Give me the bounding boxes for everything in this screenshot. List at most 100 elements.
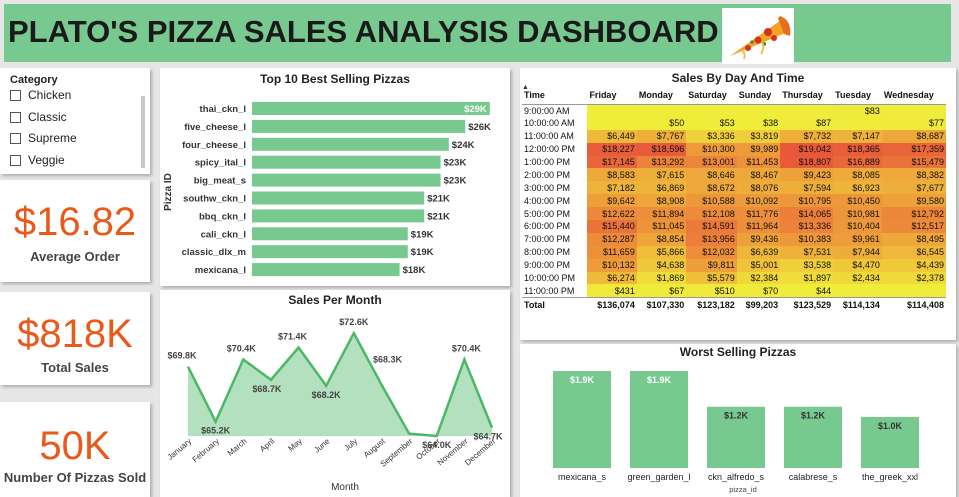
heatmap-cell[interactable]: $18,807 (780, 155, 834, 169)
heatmap-cell[interactable]: $8,672 (686, 181, 737, 195)
heatmap-cell[interactable]: $9,642 (587, 194, 637, 208)
heatmap-cell[interactable]: $11,776 (736, 207, 781, 221)
heatmap-cell[interactable]: $10,383 (780, 232, 834, 246)
heatmap-cell[interactable]: $6,449 (587, 129, 637, 143)
heatmap-cell[interactable]: $87 (780, 116, 834, 130)
heatmap-cell[interactable]: $8,495 (881, 232, 946, 246)
heatmap-cell[interactable]: $10,132 (587, 258, 637, 272)
heatmap-cell[interactable]: $53 (686, 116, 737, 130)
heatmap-cell[interactable]: $11,894 (636, 207, 687, 221)
heatmap-cell[interactable]: $9,423 (780, 168, 834, 182)
heatmap-cell[interactable]: $13,956 (686, 232, 737, 246)
column-header[interactable]: Saturday (686, 86, 737, 105)
heatmap-cell[interactable]: $17,359 (881, 142, 946, 156)
heatmap-cell[interactable]: $10,404 (833, 220, 882, 233)
heatmap-cell[interactable] (636, 104, 687, 117)
heatmap-cell[interactable]: $50 (636, 116, 687, 130)
column-header[interactable]: Tuesday (833, 86, 882, 105)
heatmap-cell[interactable]: $7,944 (833, 245, 882, 259)
heatmap-cell[interactable]: $10,588 (686, 194, 737, 208)
heatmap-cell[interactable]: $6,869 (636, 181, 687, 195)
heatmap-cell[interactable]: $18,227 (587, 142, 637, 156)
heatmap-cell[interactable]: $67 (636, 284, 687, 298)
bar[interactable] (252, 227, 408, 241)
heatmap-cell[interactable]: $510 (686, 284, 737, 298)
heatmap-cell[interactable]: $7,767 (636, 129, 687, 143)
heatmap-cell[interactable]: $7,677 (881, 181, 946, 195)
heatmap-cell[interactable]: $15,440 (587, 220, 637, 233)
heatmap-cell[interactable] (587, 116, 637, 130)
heatmap-cell[interactable] (833, 284, 882, 298)
heatmap-cell[interactable]: $77 (881, 116, 946, 130)
heatmap-cell[interactable]: $2,378 (881, 271, 946, 285)
heatmap-cell[interactable]: $6,639 (736, 245, 781, 259)
heatmap-cell[interactable]: $12,032 (686, 245, 737, 259)
heatmap-cell[interactable]: $4,470 (833, 258, 882, 272)
heatmap-cell[interactable]: $7,732 (780, 129, 834, 143)
heatmap-cell[interactable]: $8,583 (587, 168, 637, 182)
column-header[interactable]: Thursday (780, 86, 834, 105)
category-option-veggie[interactable]: Veggie (10, 153, 65, 167)
heatmap-cell[interactable]: $8,646 (686, 168, 737, 182)
heatmap-cell[interactable]: $9,580 (881, 194, 946, 208)
heatmap-cell[interactable]: $12,108 (686, 207, 737, 221)
heatmap-cell[interactable]: $5,001 (736, 258, 781, 272)
heatmap-cell[interactable]: $8,085 (833, 168, 882, 182)
heatmap-cell[interactable]: $10,981 (833, 207, 882, 221)
heatmap-cell[interactable]: $9,961 (833, 232, 882, 246)
category-option-supreme[interactable]: Supreme (10, 131, 77, 145)
heatmap-cell[interactable]: $83 (833, 104, 882, 117)
column-header[interactable]: Sunday (736, 86, 781, 105)
heatmap-cell[interactable]: $9,989 (736, 142, 781, 156)
heatmap-cell[interactable]: $10,450 (833, 194, 882, 208)
heatmap-cell[interactable]: $3,538 (780, 258, 834, 272)
heatmap-cell[interactable]: $3,336 (686, 129, 737, 143)
heatmap-cell[interactable]: $44 (780, 284, 834, 298)
heatmap-cell[interactable]: $12,287 (587, 232, 637, 246)
heatmap-cell[interactable]: $8,908 (636, 194, 687, 208)
checkbox-icon[interactable] (10, 89, 21, 101)
heatmap-cell[interactable]: $14,065 (780, 207, 834, 221)
heatmap-cell[interactable] (833, 116, 882, 130)
heatmap-cell[interactable]: $10,795 (780, 194, 834, 208)
bar[interactable] (252, 102, 490, 115)
heatmap-cell[interactable]: $38 (736, 116, 781, 130)
heatmap-cell[interactable]: $11,964 (736, 220, 781, 233)
heatmap-cell[interactable]: $7,147 (833, 129, 882, 143)
heatmap-cell[interactable]: $9,811 (686, 258, 737, 272)
heatmap-cell[interactable]: $10,300 (686, 142, 737, 156)
bar[interactable] (252, 137, 449, 151)
heatmap-cell[interactable]: $8,854 (636, 232, 687, 246)
checkbox-icon[interactable] (10, 111, 21, 123)
heatmap-cell[interactable]: $1,869 (636, 271, 687, 285)
heatmap-cell[interactable]: $8,382 (881, 168, 946, 182)
column-header-time[interactable]: Time (522, 86, 588, 105)
heatmap-cell[interactable] (881, 284, 946, 298)
heatmap-cell[interactable]: $18,365 (833, 142, 882, 156)
bar[interactable] (252, 209, 425, 223)
heatmap-cell[interactable]: $13,001 (686, 155, 737, 169)
heatmap-cell[interactable]: $7,594 (780, 181, 834, 195)
heatmap-cell[interactable]: $13,292 (636, 155, 687, 169)
column-header[interactable]: Wednesday (881, 86, 946, 105)
heatmap-cell[interactable]: $17,145 (587, 155, 637, 169)
bar[interactable] (252, 263, 400, 277)
heatmap-cell[interactable]: $13,336 (780, 220, 834, 233)
heatmap-cell[interactable]: $2,434 (833, 271, 882, 285)
heatmap-cell[interactable]: $10,092 (736, 194, 781, 208)
heatmap-cell[interactable]: $70 (736, 284, 781, 298)
heatmap-cell[interactable]: $14,591 (686, 220, 737, 233)
heatmap-cell[interactable]: $11,045 (636, 220, 687, 233)
heatmap-cell[interactable]: $1,897 (780, 271, 834, 285)
heatmap-cell[interactable]: $7,531 (780, 245, 834, 259)
heatmap-cell[interactable]: $12,517 (881, 220, 946, 233)
heatmap-cell[interactable]: $12,792 (881, 207, 946, 221)
bar[interactable] (630, 371, 688, 468)
heatmap-cell[interactable]: $4,638 (636, 258, 687, 272)
heatmap-cell[interactable]: $3,819 (736, 129, 781, 143)
heatmap-cell[interactable] (686, 104, 737, 117)
category-option-chicken[interactable]: Chicken (10, 88, 71, 102)
heatmap-cell[interactable]: $8,467 (736, 168, 781, 182)
heatmap-cell[interactable]: $6,274 (587, 271, 637, 285)
bar[interactable] (252, 119, 466, 133)
